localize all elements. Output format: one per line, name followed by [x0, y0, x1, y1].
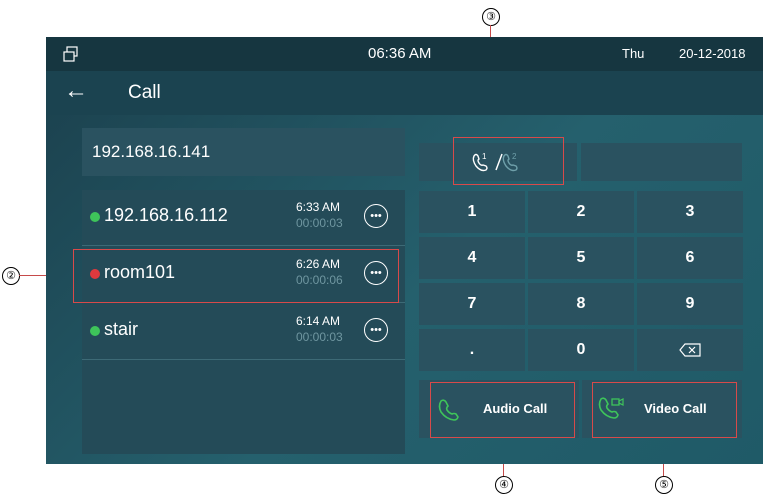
- status-time: 06:36 AM: [368, 45, 432, 62]
- device-screen: 06:36 AM Thu 20-12-2018 ← Call 192.168.1…: [46, 37, 763, 464]
- answered-call-icon: [90, 212, 100, 222]
- key-2[interactable]: 2: [528, 191, 634, 233]
- key-6[interactable]: 6: [637, 237, 743, 279]
- history-duration: 00:00:03: [296, 216, 343, 230]
- key-delete[interactable]: [637, 329, 743, 371]
- more-options-icon[interactable]: •••: [364, 318, 388, 342]
- history-name: stair: [104, 319, 139, 339]
- window-switch-icon[interactable]: [62, 45, 80, 63]
- history-name: 192.168.16.112: [104, 205, 228, 225]
- callout-4: ④: [495, 476, 513, 494]
- key-8[interactable]: 8: [528, 283, 634, 325]
- history-row[interactable]: stair 6:14 AM 00:00:03 •••: [82, 304, 405, 360]
- page-title: Call: [128, 82, 161, 103]
- line-blank-slot: [581, 143, 742, 181]
- highlight-audio-call: [430, 382, 575, 438]
- status-date: 20-12-2018: [679, 46, 746, 61]
- backspace-icon: [679, 343, 701, 357]
- key-1[interactable]: 1: [419, 191, 525, 233]
- call-history-list: 192.168.16.112 6:33 AM 00:00:03 ••• room…: [82, 190, 405, 454]
- key-dot[interactable]: .: [419, 329, 525, 371]
- callout-5: ⑤: [655, 476, 673, 494]
- key-4[interactable]: 4: [419, 237, 525, 279]
- highlight-room101: [73, 249, 399, 303]
- key-3[interactable]: 3: [637, 191, 743, 233]
- history-row[interactable]: 192.168.16.112 6:33 AM 00:00:03 •••: [82, 190, 405, 246]
- dial-number-input[interactable]: 192.168.16.141: [82, 128, 405, 176]
- highlight-video-call: [592, 382, 737, 438]
- answered-call-icon: [90, 326, 100, 336]
- history-duration: 00:00:03: [296, 330, 343, 344]
- history-time: 6:33 AM: [296, 200, 341, 214]
- key-0[interactable]: 0: [528, 329, 634, 371]
- key-9[interactable]: 9: [637, 283, 743, 325]
- more-options-icon[interactable]: •••: [364, 204, 388, 228]
- arrow-left-icon[interactable]: ←: [64, 79, 88, 103]
- app-bar: ← Call: [46, 71, 763, 115]
- history-time: 6:14 AM: [296, 314, 341, 328]
- status-bar: 06:36 AM Thu 20-12-2018: [46, 37, 763, 71]
- key-7[interactable]: 7: [419, 283, 525, 325]
- highlight-line-switch: [453, 137, 564, 185]
- status-day: Thu: [622, 46, 645, 61]
- callout-3: ③: [482, 8, 500, 26]
- key-5[interactable]: 5: [528, 237, 634, 279]
- callout-2: ②: [2, 267, 20, 285]
